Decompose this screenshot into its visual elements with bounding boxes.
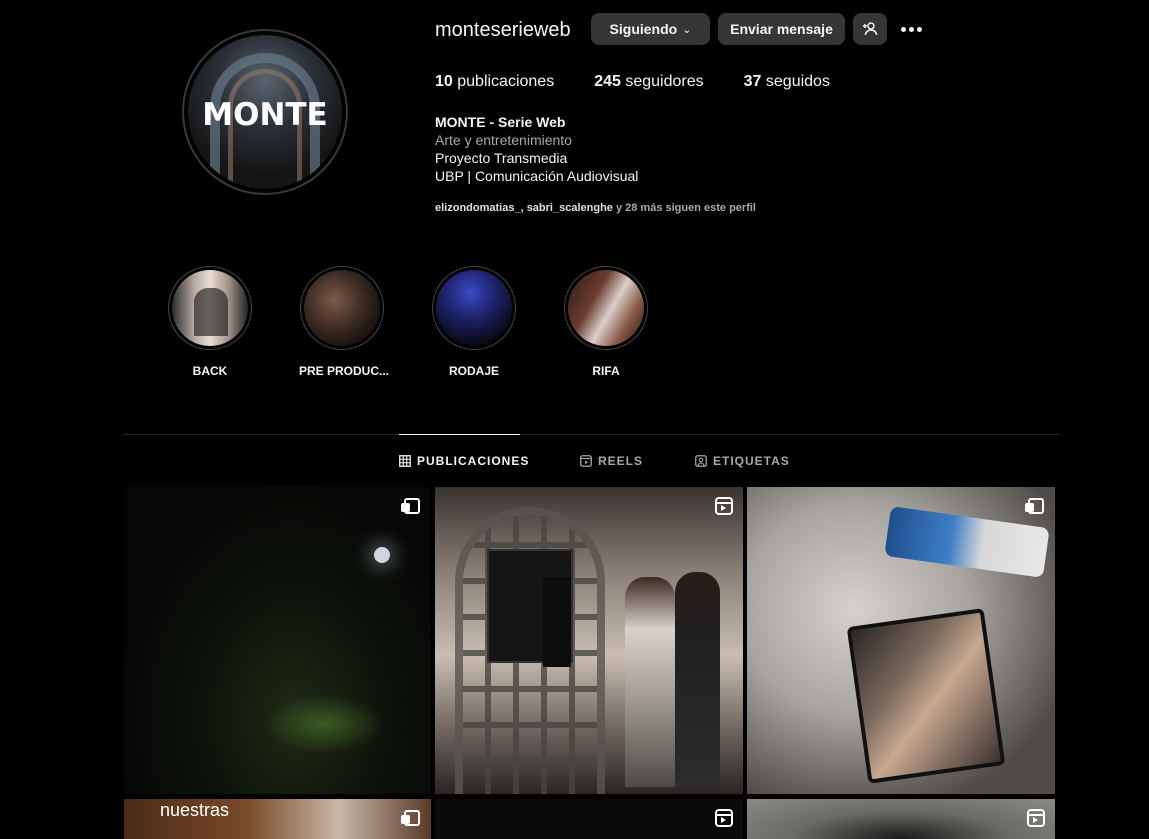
tab-label: REELS: [598, 454, 644, 468]
highlight-rodaje[interactable]: RODAJE: [431, 266, 517, 378]
post-thumbnail[interactable]: [124, 487, 431, 794]
reel-icon: [715, 809, 733, 827]
post-overlay-text: nuestras: [160, 800, 230, 820]
tagged-icon: [695, 455, 707, 467]
followed-by[interactable]: elizondomatias_, sabri_scalenghe y 28 má…: [435, 202, 756, 214]
highlight-rifa[interactable]: RIFA: [563, 266, 649, 378]
following-button-label: Siguiendo: [609, 21, 678, 37]
carousel-icon: [401, 809, 421, 827]
avatar-logo-text: MONTE: [202, 97, 328, 133]
active-tab-indicator: [399, 434, 520, 435]
post-thumbnail[interactable]: [747, 487, 1055, 794]
profile-avatar[interactable]: MONTE: [182, 29, 348, 195]
tab-tagged[interactable]: ETIQUETAS: [695, 454, 790, 468]
profile-stats: 10 publicaciones 245 seguidores 37 segui…: [435, 73, 870, 91]
carousel-icon: [1025, 497, 1045, 515]
posts-stat: 10 publicaciones: [435, 73, 555, 90]
post-thumbnail[interactable]: nuestras: [124, 799, 431, 839]
highlight-pre-produccion[interactable]: PRE PRODUC...: [299, 266, 390, 378]
followed-by-rest: y 28 más siguen este perfil: [612, 202, 756, 214]
bio-category: Arte y entretenimiento: [435, 132, 572, 148]
reels-icon: [580, 455, 592, 467]
followed-by-users[interactable]: elizondomatias_, sabri_scalenghe: [435, 202, 613, 214]
suggest-users-button[interactable]: [853, 13, 887, 45]
person-plus-icon: [863, 22, 878, 36]
username: monteserieweb: [435, 19, 571, 41]
more-options-button[interactable]: [897, 16, 925, 42]
highlight-label: RIFA: [592, 364, 620, 378]
highlight-cover: [304, 270, 380, 346]
post-thumbnail[interactable]: [435, 799, 743, 839]
bio-line: Proyecto Transmedia: [435, 150, 568, 166]
avatar-image: MONTE: [188, 35, 342, 189]
highlight-label: PRE PRODUC...: [299, 364, 390, 378]
post-thumbnail[interactable]: [435, 487, 743, 794]
send-message-button[interactable]: Enviar mensaje: [718, 13, 845, 45]
following-button[interactable]: Siguiendo ⌄: [591, 13, 710, 45]
profile-bio: MONTE - Serie Web Arte y entretenimiento…: [435, 113, 638, 185]
ellipsis-icon: [900, 26, 906, 32]
tab-reels[interactable]: REELS: [580, 454, 643, 468]
chevron-down-icon: ⌄: [682, 23, 692, 36]
send-message-label: Enviar mensaje: [730, 21, 833, 37]
highlight-label: BACK: [192, 364, 228, 378]
post-thumbnail[interactable]: [747, 799, 1055, 839]
reel-icon: [715, 497, 733, 515]
highlight-label: RODAJE: [448, 364, 499, 378]
tab-label: ETIQUETAS: [713, 454, 790, 468]
highlight-cover: [172, 270, 248, 346]
bio-line: UBP | Comunicación Audiovisual: [435, 168, 639, 184]
tab-label: PUBLICACIONES: [417, 454, 530, 468]
tab-posts[interactable]: PUBLICACIONES: [399, 454, 529, 468]
carousel-icon: [401, 497, 421, 515]
highlight-cover: [436, 270, 512, 346]
grid-icon: [399, 455, 411, 467]
tabs-divider: [123, 434, 1059, 435]
bio-name: MONTE - Serie Web: [435, 114, 566, 130]
followers-stat[interactable]: 245 seguidores: [594, 73, 703, 91]
highlight-cover: [568, 270, 644, 346]
highlight-back[interactable]: BACK: [167, 266, 253, 378]
reel-icon: [1027, 809, 1045, 827]
following-stat[interactable]: 37 seguidos: [744, 73, 830, 91]
